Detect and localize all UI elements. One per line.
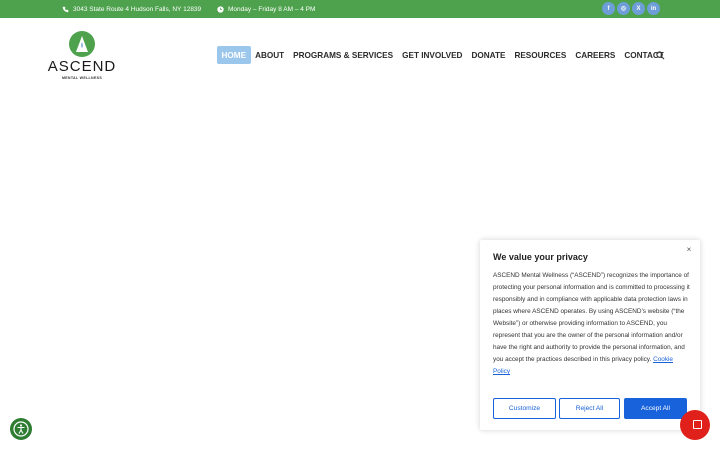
ascend-logo[interactable]: ASCEND MENTAL WELLNESS	[46, 30, 118, 84]
nav-home[interactable]: HOME	[217, 46, 251, 64]
nav-donate[interactable]: DONATE	[467, 46, 510, 64]
logo-mark-icon	[69, 31, 95, 57]
search-icon[interactable]	[656, 51, 665, 60]
customize-button[interactable]: Customize	[493, 398, 556, 419]
cookie-title: We value your privacy	[493, 252, 588, 262]
cookie-body-text: ASCEND Mental Wellness (“ASCEND”) recogn…	[493, 272, 690, 363]
site-header: ASCEND MENTAL WELLNESS HOME ABOUT PROGRA…	[0, 18, 720, 93]
chat-icon	[693, 420, 702, 429]
logo-subtitle: MENTAL WELLNESS	[61, 76, 103, 80]
address-text: 3043 State Route 4 Hudson Falls, NY 1283…	[73, 5, 202, 13]
phone-icon	[62, 6, 69, 12]
address-info: 3043 State Route 4 Hudson Falls, NY 1283…	[62, 0, 201, 18]
cookie-consent-dialog: × We value your privacy ASCEND Mental We…	[480, 240, 700, 430]
clock-icon	[217, 5, 224, 13]
linkedin-icon[interactable]: in	[647, 2, 660, 15]
top-info-bar: 3043 State Route 4 Hudson Falls, NY 1283…	[0, 0, 720, 18]
accessibility-icon	[13, 421, 29, 437]
main-nav: HOME ABOUT PROGRAMS & SERVICES GET INVOL…	[217, 46, 668, 64]
social-links: f ◎ X in	[602, 2, 660, 15]
accept-all-button[interactable]: Accept All	[624, 398, 687, 419]
reject-all-button[interactable]: Reject All	[559, 398, 620, 419]
hours-info: Monday – Friday 8 AM – 4 PM	[217, 0, 315, 18]
logo-name: ASCEND	[47, 58, 117, 75]
chat-widget-button[interactable]	[680, 410, 710, 440]
x-twitter-icon[interactable]: X	[632, 2, 645, 15]
hours-text: Monday – Friday 8 AM – 4 PM	[228, 5, 316, 13]
nav-get-involved[interactable]: GET INVOLVED	[398, 46, 467, 64]
nav-careers[interactable]: CAREERS	[571, 46, 620, 64]
facebook-icon[interactable]: f	[602, 2, 615, 15]
nav-resources[interactable]: RESOURCES	[510, 46, 571, 64]
nav-about[interactable]: ABOUT	[251, 46, 289, 64]
close-icon[interactable]: ×	[685, 246, 693, 254]
instagram-icon[interactable]: ◎	[617, 2, 630, 15]
cookie-body: ASCEND Mental Wellness (“ASCEND”) recogn…	[493, 270, 691, 378]
nav-programs-services[interactable]: PROGRAMS & SERVICES	[289, 46, 398, 64]
accessibility-button[interactable]	[10, 418, 32, 440]
